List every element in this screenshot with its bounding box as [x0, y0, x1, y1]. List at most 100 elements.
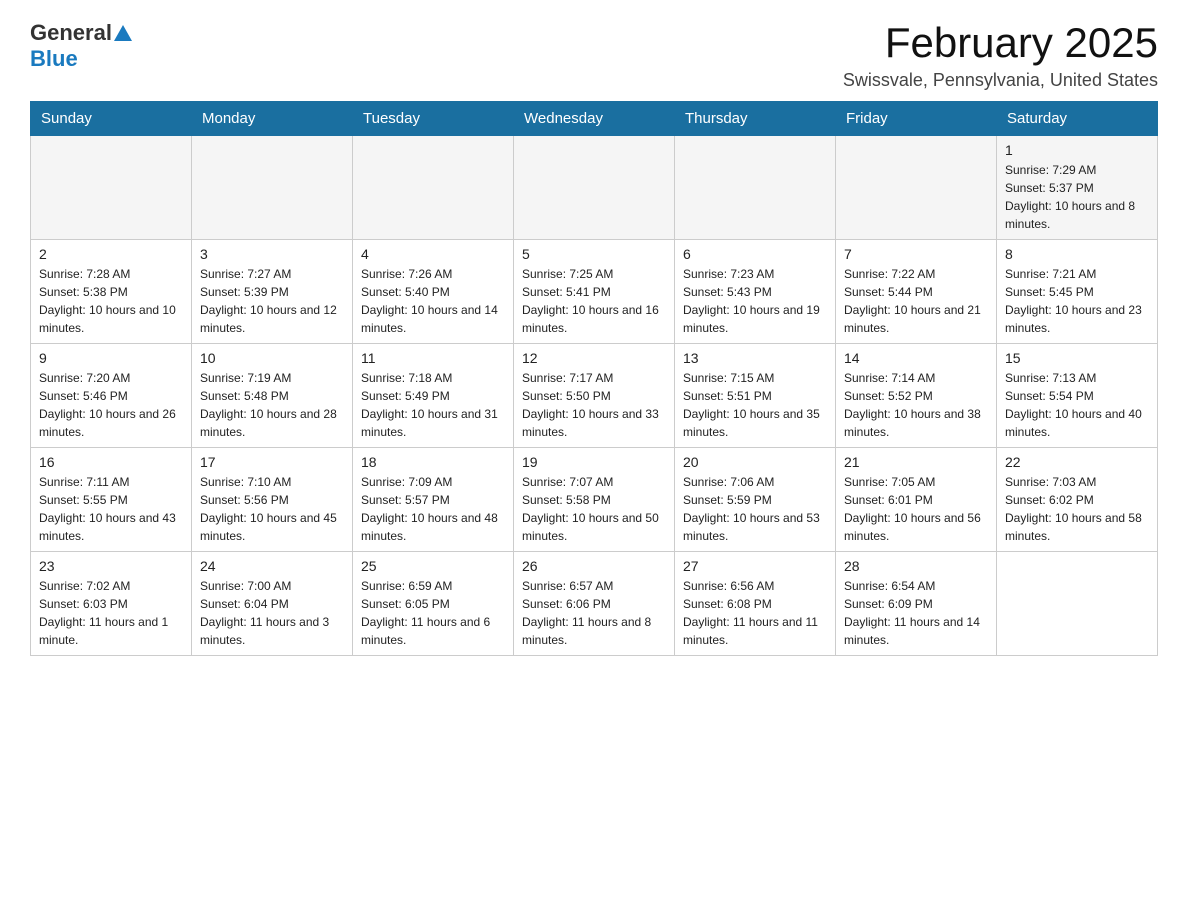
day-info: Sunrise: 7:03 AMSunset: 6:02 PMDaylight:…	[1005, 473, 1149, 545]
day-info: Sunrise: 7:19 AMSunset: 5:48 PMDaylight:…	[200, 369, 344, 441]
day-cell: 17Sunrise: 7:10 AMSunset: 5:56 PMDayligh…	[192, 448, 353, 552]
day-number: 14	[844, 350, 988, 366]
day-info: Sunrise: 6:54 AMSunset: 6:09 PMDaylight:…	[844, 577, 988, 649]
day-cell: 15 Sunrise: 7:13 AMSunset: 5:54 PMDayligh…	[997, 344, 1158, 448]
day-cell: 12 Sunrise: 7:17 AMSunset: 5:50 PMDayligh…	[514, 344, 675, 448]
day-number: 1	[1005, 142, 1149, 158]
day-number: 15	[1005, 350, 1149, 366]
day-cell: 13 Sunrise: 7:15 AMSunset: 5:51 PMDayligh…	[675, 344, 836, 448]
day-info: Sunrise: 7:13 AMSunset: 5:54 PMDaylight:…	[1005, 369, 1149, 441]
day-number: 17	[200, 454, 344, 470]
day-info: Sunrise: 6:59 AMSunset: 6:05 PMDaylight:…	[361, 577, 505, 649]
day-number: 3	[200, 246, 344, 262]
day-cell: 24 Sunrise: 7:00 AMSunset: 6:04 PMDayligh…	[192, 552, 353, 656]
header-thursday: Thursday	[675, 102, 836, 136]
day-cell: 6 Sunrise: 7:23 AMSunset: 5:43 PMDaylight…	[675, 240, 836, 344]
day-cell: 23 Sunrise: 7:02 AMSunset: 6:03 PMDayligh…	[31, 552, 192, 656]
day-cell: 5 Sunrise: 7:25 AMSunset: 5:41 PMDaylight…	[514, 240, 675, 344]
day-info: Sunrise: 7:22 AMSunset: 5:44 PMDaylight:…	[844, 265, 988, 337]
day-cell: 7 Sunrise: 7:22 AMSunset: 5:44 PMDaylight…	[836, 240, 997, 344]
day-cell: 8 Sunrise: 7:21 AMSunset: 5:45 PMDaylight…	[997, 240, 1158, 344]
day-number: 26	[522, 558, 666, 574]
page-header: General Blue February 2025 Swissvale, Pe…	[30, 20, 1158, 91]
logo-blue-text: Blue	[30, 46, 78, 72]
day-number: 28	[844, 558, 988, 574]
day-cell: 9 Sunrise: 7:20 AMSunset: 5:46 PMDaylight…	[31, 344, 192, 448]
day-number: 19	[522, 454, 666, 470]
day-cell	[836, 136, 997, 240]
week-row-2: 2Sunrise: 7:28 AMSunset: 5:38 PMDaylight…	[31, 240, 1158, 344]
day-number: 4	[361, 246, 505, 262]
day-info: Sunrise: 7:00 AMSunset: 6:04 PMDaylight:…	[200, 577, 344, 649]
day-cell: 16Sunrise: 7:11 AMSunset: 5:55 PMDayligh…	[31, 448, 192, 552]
day-info: Sunrise: 7:21 AMSunset: 5:45 PMDaylight:…	[1005, 265, 1149, 337]
day-info: Sunrise: 7:23 AMSunset: 5:43 PMDaylight:…	[683, 265, 827, 337]
day-number: 24	[200, 558, 344, 574]
day-info: Sunrise: 7:09 AMSunset: 5:57 PMDaylight:…	[361, 473, 505, 545]
header-saturday: Saturday	[997, 102, 1158, 136]
day-number: 5	[522, 246, 666, 262]
logo-general-text: General	[30, 20, 112, 46]
day-number: 8	[1005, 246, 1149, 262]
header-tuesday: Tuesday	[353, 102, 514, 136]
day-cell: 1Sunrise: 7:29 AMSunset: 5:37 PMDaylight…	[997, 136, 1158, 240]
day-info: Sunrise: 7:07 AMSunset: 5:58 PMDaylight:…	[522, 473, 666, 545]
day-info: Sunrise: 7:02 AMSunset: 6:03 PMDaylight:…	[39, 577, 183, 649]
calendar-table: SundayMondayTuesdayWednesdayThursdayFrid…	[30, 101, 1158, 656]
day-info: Sunrise: 7:20 AMSunset: 5:46 PMDaylight:…	[39, 369, 183, 441]
day-number: 27	[683, 558, 827, 574]
day-number: 6	[683, 246, 827, 262]
day-number: 22	[1005, 454, 1149, 470]
day-cell	[675, 136, 836, 240]
day-info: Sunrise: 7:25 AMSunset: 5:41 PMDaylight:…	[522, 265, 666, 337]
day-cell: 19 Sunrise: 7:07 AMSunset: 5:58 PMDayligh…	[514, 448, 675, 552]
day-cell: 21 Sunrise: 7:05 AMSunset: 6:01 PMDayligh…	[836, 448, 997, 552]
week-row-3: 9 Sunrise: 7:20 AMSunset: 5:46 PMDaylight…	[31, 344, 1158, 448]
day-cell: 14 Sunrise: 7:14 AMSunset: 5:52 PMDayligh…	[836, 344, 997, 448]
day-cell	[514, 136, 675, 240]
day-cell: 18 Sunrise: 7:09 AMSunset: 5:57 PMDayligh…	[353, 448, 514, 552]
day-cell	[192, 136, 353, 240]
day-info: Sunrise: 7:11 AMSunset: 5:55 PMDaylight:…	[39, 473, 183, 545]
day-number: 18	[361, 454, 505, 470]
day-number: 2	[39, 246, 183, 262]
day-cell: 4 Sunrise: 7:26 AMSunset: 5:40 PMDaylight…	[353, 240, 514, 344]
week-row-4: 16Sunrise: 7:11 AMSunset: 5:55 PMDayligh…	[31, 448, 1158, 552]
day-number: 9	[39, 350, 183, 366]
day-number: 10	[200, 350, 344, 366]
day-cell	[353, 136, 514, 240]
logo: General Blue	[30, 20, 132, 72]
day-info: Sunrise: 6:56 AMSunset: 6:08 PMDaylight:…	[683, 577, 827, 649]
day-number: 11	[361, 350, 505, 366]
day-info: Sunrise: 7:17 AMSunset: 5:50 PMDaylight:…	[522, 369, 666, 441]
day-number: 7	[844, 246, 988, 262]
week-row-1: 1Sunrise: 7:29 AMSunset: 5:37 PMDaylight…	[31, 136, 1158, 240]
day-number: 21	[844, 454, 988, 470]
day-number: 23	[39, 558, 183, 574]
day-cell: 27 Sunrise: 6:56 AMSunset: 6:08 PMDayligh…	[675, 552, 836, 656]
calendar-header-row: SundayMondayTuesdayWednesdayThursdayFrid…	[31, 102, 1158, 136]
day-number: 25	[361, 558, 505, 574]
header-monday: Monday	[192, 102, 353, 136]
header-wednesday: Wednesday	[514, 102, 675, 136]
day-info: Sunrise: 7:18 AMSunset: 5:49 PMDaylight:…	[361, 369, 505, 441]
day-number: 13	[683, 350, 827, 366]
day-number: 20	[683, 454, 827, 470]
day-cell	[997, 552, 1158, 656]
week-row-5: 23 Sunrise: 7:02 AMSunset: 6:03 PMDayligh…	[31, 552, 1158, 656]
logo-arrow-icon	[114, 25, 132, 41]
day-info: Sunrise: 7:05 AMSunset: 6:01 PMDaylight:…	[844, 473, 988, 545]
day-info: Sunrise: 7:27 AMSunset: 5:39 PMDaylight:…	[200, 265, 344, 337]
day-cell: 11 Sunrise: 7:18 AMSunset: 5:49 PMDayligh…	[353, 344, 514, 448]
day-cell: 26 Sunrise: 6:57 AMSunset: 6:06 PMDayligh…	[514, 552, 675, 656]
day-number: 12	[522, 350, 666, 366]
day-info: Sunrise: 7:14 AMSunset: 5:52 PMDaylight:…	[844, 369, 988, 441]
month-title: February 2025	[843, 20, 1158, 66]
day-cell: 10 Sunrise: 7:19 AMSunset: 5:48 PMDayligh…	[192, 344, 353, 448]
day-cell: 3 Sunrise: 7:27 AMSunset: 5:39 PMDaylight…	[192, 240, 353, 344]
day-info: Sunrise: 7:15 AMSunset: 5:51 PMDaylight:…	[683, 369, 827, 441]
day-info: Sunrise: 6:57 AMSunset: 6:06 PMDaylight:…	[522, 577, 666, 649]
day-info: Sunrise: 7:26 AMSunset: 5:40 PMDaylight:…	[361, 265, 505, 337]
day-cell: 22 Sunrise: 7:03 AMSunset: 6:02 PMDayligh…	[997, 448, 1158, 552]
location-subtitle: Swissvale, Pennsylvania, United States	[843, 70, 1158, 91]
